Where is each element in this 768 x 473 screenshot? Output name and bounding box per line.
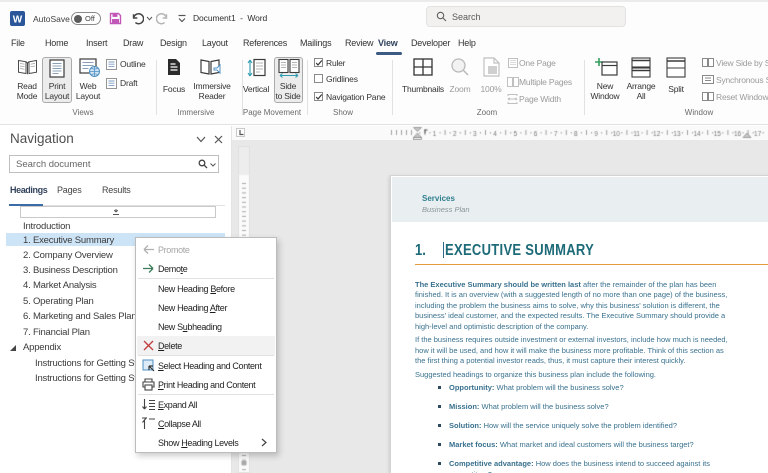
svg-text:W: W [13,15,23,26]
